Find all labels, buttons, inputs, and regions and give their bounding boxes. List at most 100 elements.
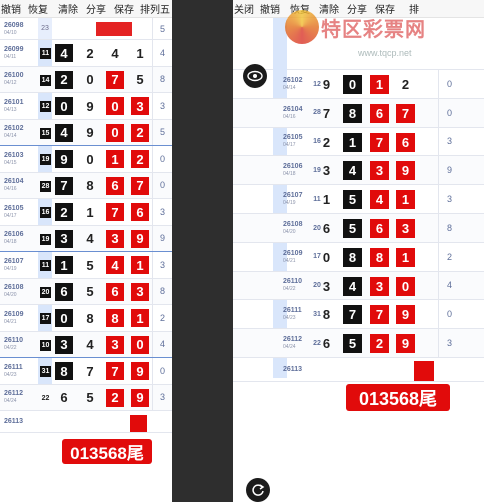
period-date: 04/22: [283, 286, 296, 293]
digit-cell: 6: [106, 176, 124, 195]
table-row: 26102 04/14 15 4 9 0 2 5: [0, 119, 172, 146]
digit-cell: 4: [86, 231, 94, 246]
period-number: 26110: [283, 278, 303, 286]
tail-value: 4: [152, 331, 172, 357]
digit-cell: 9: [86, 98, 94, 114]
digit-cell: 3: [106, 335, 124, 354]
toolbar-button-2[interactable]: 清除: [54, 1, 82, 16]
period-cell: 26109 04/21: [279, 243, 311, 271]
tail-value: 9: [438, 156, 460, 185]
toolbar-button-4[interactable]: 保存: [110, 1, 138, 16]
table-row: 26106 04/18 19 3 4 3 9 9: [0, 225, 172, 252]
period-cell: 26110 04/22: [0, 332, 36, 358]
table-row: 26109 04/21 17 0 8 8 1 2: [0, 305, 172, 332]
digit-cell: 2: [322, 134, 331, 150]
digit-cell: 7: [396, 103, 415, 123]
tail-value: 0: [152, 358, 172, 384]
tail-value: 0: [438, 70, 460, 98]
table-row: 26106 04/18 19 3 4 3 9 9: [233, 156, 484, 186]
period-number: 26111: [4, 363, 23, 371]
period-cell: 26103 04/15: [0, 146, 36, 172]
period-date: 04/18: [4, 239, 17, 246]
period-cell: 26104 04/16: [0, 173, 36, 199]
period-cell: 26099 04/11: [0, 40, 36, 66]
digit-cell: 7: [106, 203, 124, 221]
refresh-button[interactable]: [246, 478, 270, 502]
digit-cell: 9: [322, 77, 331, 92]
skip-value: 23: [38, 18, 52, 39]
digit-cell: 3: [322, 278, 331, 294]
digit-cell: 9: [55, 150, 73, 168]
eye-button[interactable]: [243, 64, 267, 88]
digit-cell: 2: [55, 203, 73, 221]
skip-value: 11: [40, 260, 51, 271]
digit-cell: 7: [322, 105, 331, 121]
period-number: 26106: [283, 163, 303, 171]
period-cell: 26113: [279, 358, 311, 381]
table-row: 26098 04/10 23 5: [0, 18, 172, 40]
skip-value: 19: [40, 233, 51, 245]
digit-cell: 7: [131, 176, 149, 195]
period-number: 26102: [4, 125, 24, 133]
toolbar-button-3[interactable]: 分享: [82, 1, 110, 16]
table-row: 26102 04/14 12 9 0 1 2 0: [233, 70, 484, 99]
digit-cell: 5: [343, 219, 362, 238]
site-logo: 特区彩票网: [285, 10, 426, 44]
period-number: 26112: [4, 390, 24, 398]
period-cell: 26111 04/23: [0, 358, 36, 384]
period-date: 04/17: [283, 142, 296, 149]
period-number: 26098: [4, 21, 24, 29]
period-cell: 26098 04/10: [0, 18, 36, 39]
skip-value: 12: [40, 101, 51, 112]
period-date: 04/19: [4, 265, 17, 272]
period-cell: 26104 04/16: [279, 99, 311, 127]
digit-cell: 5: [86, 390, 94, 405]
toolbar-button-5[interactable]: 排列五: [138, 1, 172, 16]
digit-cell: 6: [322, 221, 331, 236]
table-row: 26107 04/19 11 1 5 4 1 3: [0, 252, 172, 279]
digit-cell: 7: [370, 132, 389, 152]
toolbar-button-0[interactable]: 关闭: [233, 1, 255, 16]
prediction-marker: [130, 415, 147, 432]
period-number: 26111: [283, 307, 302, 315]
digit-cell: 0: [343, 75, 362, 94]
skip-value: 28: [40, 180, 51, 192]
skip-value: 17: [40, 313, 51, 324]
tail-value: 8: [152, 66, 172, 92]
period-cell: 26108 04/20: [279, 214, 311, 242]
toolbar-button-0[interactable]: 撤销: [0, 1, 22, 16]
right-chart-panel: 关闭撤销恢复清除分享保存排 2610204/1412901202610404/1…: [233, 0, 484, 502]
digit-cell: 0: [106, 123, 124, 142]
digit-cell: 8: [322, 307, 331, 323]
digit-cell: 4: [55, 44, 73, 62]
table-row: 26108 04/20 20 6 5 6 3 8: [233, 214, 484, 243]
right-trend-grid: 26102 04/14 12 9 0 1 2 0 26104 04/16 28 7 8 6 7 0 26105 0…: [233, 18, 484, 502]
tail-value: 0: [438, 98, 460, 127]
period-number: 26112: [283, 336, 303, 344]
toolbar-button-1[interactable]: 恢复: [22, 1, 54, 16]
refresh-icon: [252, 484, 265, 496]
digit-cell: 5: [136, 72, 144, 87]
tail-value: 3: [438, 185, 460, 213]
tail-value: 4: [438, 271, 460, 300]
group-divider: [0, 357, 172, 358]
digit-cell: 0: [106, 97, 124, 115]
period-cell: 26101 04/13: [0, 93, 36, 119]
period-date: 04/23: [4, 371, 17, 378]
digit-cell: 6: [322, 336, 331, 352]
toolbar-button-1[interactable]: 撤销: [255, 1, 285, 16]
digit-cell: 7: [370, 305, 389, 325]
digit-cell: 1: [322, 192, 331, 208]
digit-cell: 9: [396, 334, 415, 354]
digit-cell: 7: [86, 363, 94, 379]
table-row: 26105 04/17 16 2 1 7 6 3: [233, 127, 484, 157]
digit-cell: 2: [86, 45, 94, 61]
digit-cell: 0: [86, 151, 94, 167]
period-number: 26110: [4, 337, 24, 345]
digit-cell: 8: [343, 247, 362, 267]
left-trend-grid: 26098 04/10 23 5 26099 04/11 11 4 2 4 1 4 26100 04/12…: [0, 18, 172, 502]
digit-cell: 6: [370, 103, 389, 123]
skip-value: 16: [40, 207, 51, 218]
digit-cell: 4: [370, 190, 389, 210]
table-row: 26112 04/24 22 6 5 2 9 3: [233, 329, 484, 358]
